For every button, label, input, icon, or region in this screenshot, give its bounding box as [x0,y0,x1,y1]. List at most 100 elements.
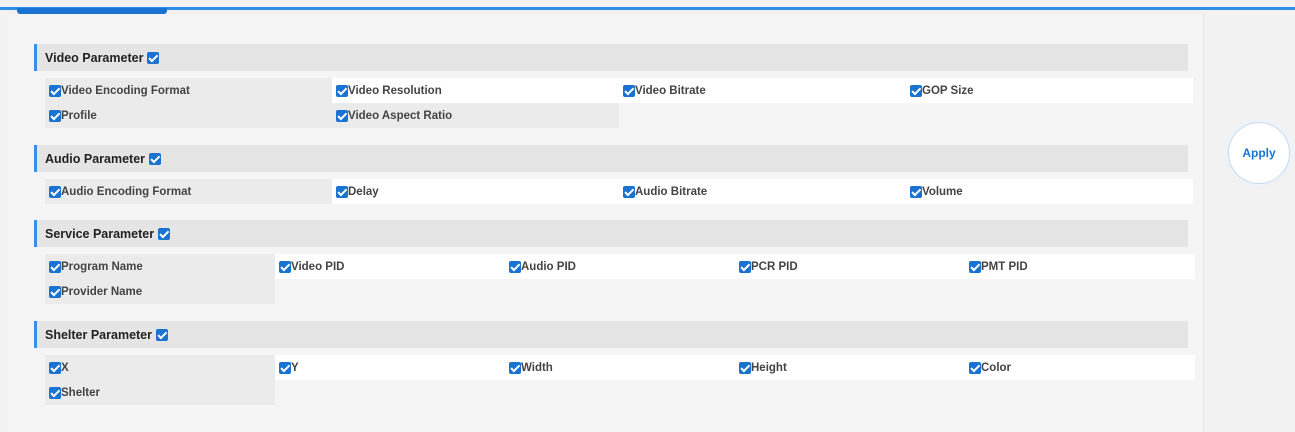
checkbox[interactable] [623,185,635,198]
checkbox[interactable] [49,84,61,97]
section-video-parameter: Video Parameter Video Encoding Format Vide… [34,44,1193,128]
checkbox[interactable] [49,361,61,374]
checkbox[interactable] [49,109,61,122]
option-label: Width [521,361,553,374]
empty-cell [619,103,906,128]
checkbox[interactable] [49,386,61,399]
option-video-aspect-ratio[interactable]: Video Aspect Ratio [332,103,619,128]
option-video-bitrate[interactable]: Video Bitrate [619,78,906,103]
section-header: Shelter Parameter [34,321,1188,348]
select-all-checkbox[interactable] [147,51,160,64]
option-label: X [61,361,69,374]
option-label: Volume [922,185,963,198]
option-pcr-pid[interactable]: PCR PID [735,254,965,279]
checkbox[interactable] [910,84,922,97]
option-label: Provider Name [61,285,143,298]
active-tab-indicator[interactable] [17,8,167,14]
checkbox[interactable] [509,361,521,374]
checkbox[interactable] [739,260,751,273]
option-label: Y [291,361,299,374]
option-shelter[interactable]: Shelter [45,380,275,405]
option-audio-pid[interactable]: Audio PID [505,254,735,279]
select-all-checkbox[interactable] [149,152,162,165]
option-label: Video Encoding Format [61,84,190,97]
section-header: Video Parameter [34,44,1188,71]
top-accent-bar [0,7,1295,10]
option-label: Audio PID [521,260,576,273]
option-video-pid[interactable]: Video PID [275,254,505,279]
option-label: Delay [348,185,379,198]
option-width[interactable]: Width [505,355,735,380]
option-label: GOP Size [922,84,974,97]
empty-cell [735,279,965,304]
option-label: Video Bitrate [635,84,706,97]
section-audio-parameter: Audio Parameter Audio Encoding Format Dela… [34,145,1193,204]
section-title: Video Parameter [45,50,144,65]
checkbox-row: Profile Video Aspect Ratio [45,103,1205,128]
select-all-checkbox[interactable] [158,227,171,240]
checkbox[interactable] [49,285,61,298]
empty-cell [735,380,965,405]
section-title: Service Parameter [45,226,155,241]
option-label: Video PID [291,260,345,273]
select-all-checkbox[interactable] [156,328,169,341]
option-video-encoding-format[interactable]: Video Encoding Format [45,78,332,103]
checkbox-row: Provider Name [45,279,1205,304]
apply-button[interactable]: Apply [1228,122,1290,184]
option-profile[interactable]: Profile [45,103,332,128]
checkbox-row: Program Name Video PID Audio PID PCR PID PMT… [45,254,1205,279]
checkbox-row: Audio Encoding Format Delay Audio Bitrate V… [45,179,1205,204]
option-y[interactable]: Y [275,355,505,380]
option-gop-size[interactable]: GOP Size [906,78,1193,103]
option-provider-name[interactable]: Provider Name [45,279,275,304]
section-title: Shelter Parameter [45,327,153,342]
empty-cell [505,279,735,304]
checkbox[interactable] [739,361,751,374]
option-label: Color [981,361,1012,374]
section-header: Service Parameter [34,220,1188,247]
checkbox[interactable] [969,260,981,273]
section-title: Audio Parameter [45,151,146,166]
checkbox[interactable] [969,361,981,374]
checkbox[interactable] [279,361,291,374]
option-label: Video Aspect Ratio [348,109,453,122]
option-color[interactable]: Color [965,355,1195,380]
option-label: PMT PID [981,260,1028,273]
option-video-resolution[interactable]: Video Resolution [332,78,619,103]
section-service-parameter: Service Parameter Program Name Video PID Au… [34,220,1195,304]
option-audio-encoding-format[interactable]: Audio Encoding Format [45,179,332,204]
option-pmt-pid[interactable]: PMT PID [965,254,1195,279]
option-x[interactable]: X [45,355,275,380]
option-label: Profile [61,109,97,122]
option-label: Height [751,361,787,374]
empty-cell [505,380,735,405]
empty-cell [965,279,1195,304]
option-height[interactable]: Height [735,355,965,380]
option-label: PCR PID [751,260,798,273]
checkbox[interactable] [49,260,61,273]
checkbox[interactable] [336,84,348,97]
section-shelter-parameter: Shelter Parameter X Y Width Height Color Shelt… [34,321,1195,405]
empty-cell [275,380,505,405]
empty-cell [275,279,505,304]
checkbox[interactable] [49,185,61,198]
checkbox[interactable] [623,84,635,97]
section-header: Audio Parameter [34,145,1188,172]
option-program-name[interactable]: Program Name [45,254,275,279]
checkbox-row: X Y Width Height Color [45,355,1205,380]
checkbox-row: Video Encoding Format Video Resolution Vid… [45,78,1205,103]
checkbox[interactable] [279,260,291,273]
option-delay[interactable]: Delay [332,179,619,204]
checkbox-row: Shelter [45,380,1205,405]
empty-cell [906,103,1193,128]
option-label: Shelter [61,386,100,399]
checkbox[interactable] [336,109,348,122]
empty-cell [965,380,1195,405]
checkbox[interactable] [509,260,521,273]
option-label: Audio Encoding Format [61,185,192,198]
option-audio-bitrate[interactable]: Audio Bitrate [619,179,906,204]
checkbox[interactable] [336,185,348,198]
option-volume[interactable]: Volume [906,179,1193,204]
option-label: Video Resolution [348,84,442,97]
checkbox[interactable] [910,185,922,198]
